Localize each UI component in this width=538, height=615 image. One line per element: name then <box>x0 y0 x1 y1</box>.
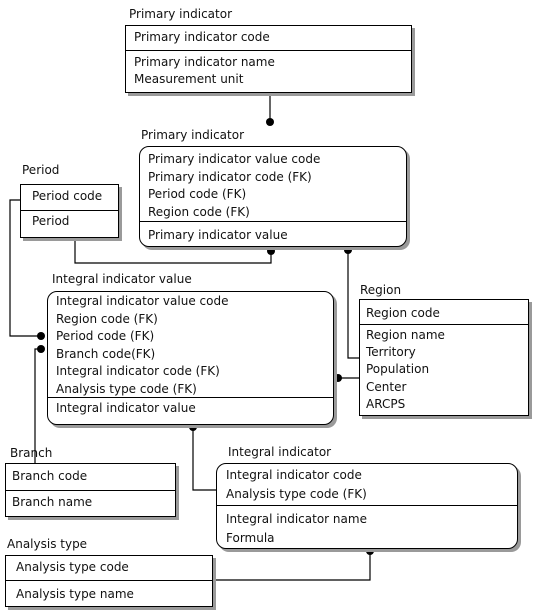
entity-title: Region <box>360 283 402 297</box>
entity-title: Period <box>22 163 60 177</box>
relationship-dot <box>334 374 342 382</box>
attribute: Integral indicator name <box>226 512 367 526</box>
key-attribute: Analysis type code (FK) <box>226 487 367 501</box>
entity-branch[interactable]: Branch code Branch name <box>5 463 176 517</box>
entity-integral-indicator[interactable]: Integral indicator code Analysis type co… <box>216 463 518 549</box>
attribute: Population <box>366 362 430 376</box>
rel-region-primary-value <box>347 250 359 359</box>
rel-analysis-integral <box>212 551 371 581</box>
key-attribute: Region code (FK) <box>56 312 158 326</box>
entity-primary-indicator[interactable]: Primary indicator code Primary indicator… <box>125 25 412 93</box>
relationship-dot <box>37 332 45 340</box>
key-attribute: Period code <box>32 189 103 203</box>
entity-title: Branch <box>10 446 53 460</box>
attribute: Region name <box>366 328 445 342</box>
relationship-dot <box>266 118 274 126</box>
relationship-dot <box>37 345 45 353</box>
key-attribute: Period code (FK) <box>56 329 155 343</box>
entity-analysis-type[interactable]: Analysis type code Analysis type name <box>5 555 213 607</box>
entity-title: Analysis type <box>7 537 88 551</box>
attribute: Period <box>32 214 70 228</box>
attribute: Measurement unit <box>134 72 244 86</box>
attribute: Primary indicator name <box>134 55 275 69</box>
relationship-dot <box>344 246 352 254</box>
attribute: Formula <box>226 531 275 545</box>
key-attribute: Region code (FK) <box>148 205 250 219</box>
attribute: Primary indicator value <box>148 228 288 242</box>
entity-region[interactable]: Region code Region name Territory Popula… <box>359 299 529 416</box>
key-attribute: Period code (FK) <box>148 187 247 201</box>
entity-primary-indicator-value[interactable]: Primary indicator value code Primary ind… <box>139 146 407 247</box>
key-attribute: Region code <box>366 306 440 320</box>
rel-integral-indicator-value <box>192 427 216 491</box>
attribute: Center <box>366 380 407 394</box>
er-diagram: Primary indicator Primary indicator code… <box>0 0 538 615</box>
attribute: Analysis type name <box>16 587 134 601</box>
entity-title: Primary indicator <box>129 7 233 21</box>
key-attribute: Integral indicator value code <box>56 294 229 308</box>
entity-title: Primary indicator <box>141 128 245 142</box>
relationship-dot <box>267 247 275 255</box>
key-attribute: Primary indicator code <box>134 30 270 44</box>
entity-integral-indicator-value[interactable]: Integral indicator value code Region cod… <box>47 291 334 425</box>
key-attribute: Analysis type code <box>16 560 129 574</box>
attribute: ARCPS <box>366 397 406 411</box>
entity-title: Integral indicator <box>228 445 332 459</box>
key-attribute: Primary indicator value code <box>148 152 321 166</box>
key-attribute: Branch code(FK) <box>56 347 156 361</box>
key-attribute: Primary indicator code (FK) <box>148 170 312 184</box>
key-attribute: Branch code <box>12 469 88 483</box>
key-attribute: Integral indicator code (FK) <box>56 364 220 378</box>
key-attribute: Analysis type code (FK) <box>56 382 197 396</box>
attribute: Integral indicator value <box>56 401 196 415</box>
entity-period[interactable]: Period code Period <box>20 184 119 238</box>
entity-title: Integral indicator value <box>52 272 192 286</box>
attribute: Branch name <box>12 495 93 509</box>
key-attribute: Integral indicator code <box>226 468 362 482</box>
attribute: Territory <box>366 345 416 359</box>
